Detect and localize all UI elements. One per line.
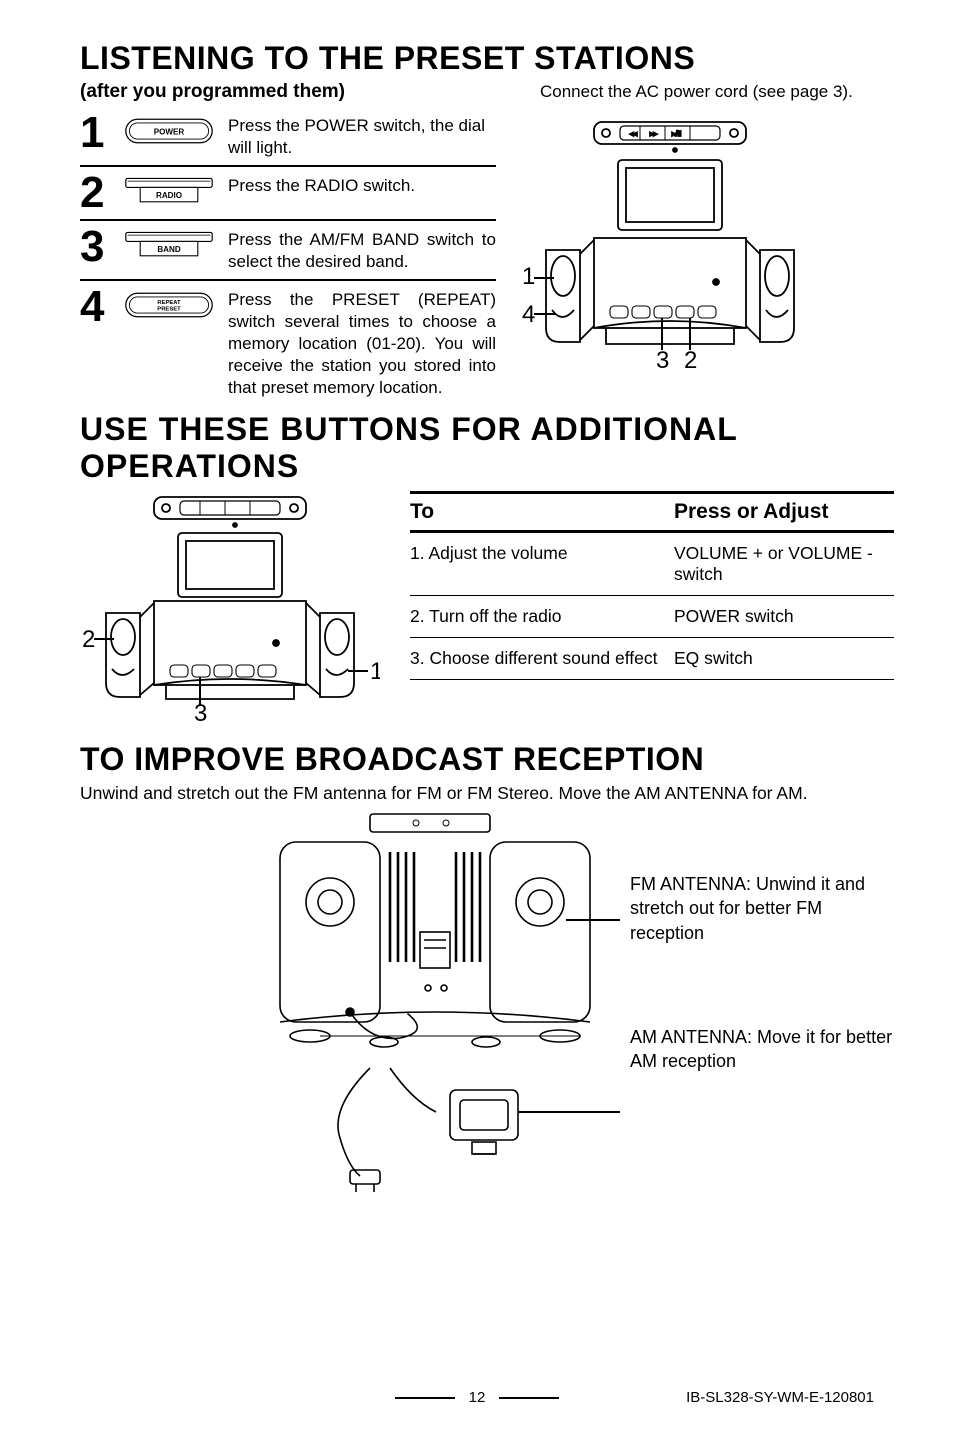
antenna-intro: Unwind and stretch out the FM antenna fo… [80,782,894,806]
step-row: 2 RADIO Press the RADIO switch. [80,165,496,219]
operations-table: To Press or Adjust 1. Adjust the volume … [410,491,894,680]
step-row: 3 BAND Press the AM/FM BAND switch to se… [80,219,496,279]
step-text: Press the RADIO switch. [228,173,496,197]
diagram-label: 1 [370,658,380,685]
svg-text:◂◂: ◂◂ [630,131,638,138]
table-row: 2. Turn off the radio POWER switch [410,596,894,638]
table-head-press: Press or Adjust [674,500,894,524]
table-head-to: To [410,500,674,524]
am-antenna-text: AM ANTENNA: Move it for better AM recept… [630,1025,894,1074]
step-text: Press the POWER switch, the dial will li… [228,113,496,159]
step-text: Press the PRESET (REPEAT) switch several… [228,287,496,399]
svg-text:POWER: POWER [154,128,185,137]
footer-line [395,1397,455,1399]
step-number: 1 [80,113,110,153]
svg-text:BAND: BAND [157,245,181,254]
radio-button-icon: RADIO [124,177,214,210]
step-row: 4 REPEAT PRESET Press the PRESET (REPEAT… [80,279,496,405]
device-rear-diagram-icon [250,812,620,1192]
step-number: 3 [80,227,110,267]
svg-text:▸▸: ▸▸ [650,131,658,138]
connect-power-text: Connect the AC power cord (see page 3). [520,81,894,104]
footer-code: IB-SL328-SY-WM-E-120801 [686,1389,874,1406]
device-front-diagram-icon: ◂◂ ▸▸ ▸/II [520,110,820,370]
diagram-label: 2 [684,347,697,370]
svg-text:▸/II: ▸/II [672,131,681,138]
antenna-labels: FM ANTENNA: Unwind it and stretch out fo… [630,812,894,1073]
diagram-label: 2 [82,626,95,653]
svg-text:RADIO: RADIO [156,191,182,200]
section-title-improve-reception: TO IMPROVE BROADCAST RECEPTION [80,741,894,778]
device-front-diagram-icon: 2 1 3 [80,491,380,721]
section-title-use-buttons: USE THESE BUTTONS FOR ADDITIONAL OPERATI… [80,411,894,485]
band-button-icon: BAND [124,231,214,264]
table-cell: POWER switch [674,606,894,627]
diagram-label: 4 [522,301,535,328]
svg-text:REPEAT: REPEAT [157,300,181,306]
right-info: Connect the AC power cord (see page 3). … [520,81,894,377]
table-cell: VOLUME + or VOLUME - switch [674,543,894,585]
table-header-row: To Press or Adjust [410,494,894,533]
diagram-label: 1 [522,263,535,290]
repeat-preset-button-icon: REPEAT PRESET [124,291,214,324]
diagram-label: 3 [656,347,669,370]
step-number: 2 [80,173,110,213]
page-number: 12 [469,1389,486,1406]
section-subtitle: (after you programmed them) [80,81,496,103]
table-cell: 3. Choose different sound effect [410,648,674,669]
fm-antenna-text: FM ANTENNA: Unwind it and stretch out fo… [630,872,894,945]
diagram-label: 3 [194,700,207,721]
table-cell: 2. Turn off the radio [410,606,674,627]
table-cell: EQ switch [674,648,894,669]
svg-text:PRESET: PRESET [157,306,181,312]
power-button-icon: POWER [124,117,214,150]
table-row: 3. Choose different sound effect EQ swit… [410,638,894,680]
table-cell: 1. Adjust the volume [410,543,674,585]
footer-line [499,1397,559,1399]
section-title-listening: LISTENING TO THE PRESET STATIONS [80,40,894,77]
step-row: 1 POWER Press the POWER switch, the dial… [80,107,496,165]
table-row: 1. Adjust the volume VOLUME + or VOLUME … [410,533,894,596]
step-text: Press the AM/FM BAND switch to select th… [228,227,496,273]
page-footer: 12 IB-SL328-SY-WM-E-120801 [0,1389,954,1406]
steps-column: (after you programmed them) 1 POWER Pres… [80,81,496,405]
step-number: 4 [80,287,110,327]
